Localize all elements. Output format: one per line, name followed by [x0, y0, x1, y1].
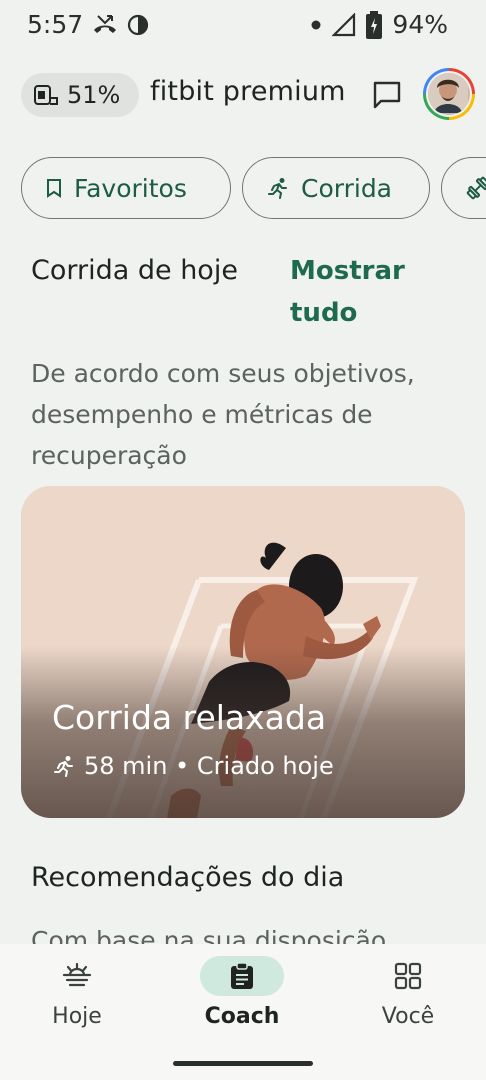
missed-call-icon: [94, 15, 116, 33]
nav-item-hoje[interactable]: Hoje: [0, 944, 157, 1044]
today-run-description: De acordo com seus objetivos, desempenho…: [31, 359, 415, 470]
vpn-icon: [127, 14, 149, 36]
nav-item-voce[interactable]: Você: [328, 944, 486, 1044]
chip-favoritos[interactable]: Favoritos: [21, 157, 231, 219]
run-icon: [54, 756, 73, 777]
run-icon: [268, 178, 287, 199]
battery-icon: [366, 10, 383, 39]
device-battery-chip[interactable]: 51%: [21, 73, 139, 117]
workout-meta: 58 min • Criado hoje: [52, 752, 334, 780]
app-title: fitbit premium: [150, 76, 346, 107]
battery-percent: 94%: [392, 10, 448, 39]
chip-corrida[interactable]: Corrida: [242, 157, 430, 219]
grid-icon: [366, 956, 450, 996]
profile-avatar[interactable]: [423, 68, 475, 120]
bookmark-icon: [47, 179, 61, 198]
workout-card[interactable]: Corrida relaxada 58 min • Criado hoje: [21, 486, 465, 818]
bottom-navigation: Hoje Coach Você: [0, 944, 486, 1080]
category-chips: Favoritos Corrida: [21, 157, 486, 219]
dumbbell-icon: [466, 176, 486, 200]
nav-label: Hoje: [52, 1004, 102, 1029]
chip-label: Favoritos: [74, 173, 187, 203]
show-all-link[interactable]: Mostrar tudo: [290, 250, 430, 334]
signal-icon: [332, 12, 356, 36]
nav-label: Você: [381, 1004, 435, 1029]
device-battery-value: 51%: [67, 81, 121, 109]
clipboard-icon: [200, 956, 284, 996]
avatar-photo: [428, 73, 468, 113]
message-icon[interactable]: [370, 78, 404, 112]
screen: 5:57 94% 51% fitbit premium Favoritos Co…: [0, 0, 486, 1080]
watch-battery-icon: [34, 85, 58, 105]
workout-title: Corrida relaxada: [52, 698, 327, 737]
chip-strength[interactable]: [441, 157, 486, 219]
workout-meta-text: 58 min • Criado hoje: [84, 752, 334, 780]
chip-label: Corrida: [301, 173, 393, 203]
today-icon: [35, 956, 119, 996]
dot-icon: [311, 20, 321, 29]
home-indicator[interactable]: [173, 1061, 313, 1066]
recommendations-title: Recomendações do dia: [31, 862, 345, 893]
nav-label: Coach: [204, 1004, 280, 1029]
status-time: 5:57: [27, 10, 84, 39]
status-bar: 5:57 94%: [0, 0, 486, 52]
nav-item-coach[interactable]: Coach: [162, 944, 322, 1044]
today-run-title: Corrida de hoje: [31, 255, 238, 286]
status-right: 94%: [310, 10, 448, 39]
